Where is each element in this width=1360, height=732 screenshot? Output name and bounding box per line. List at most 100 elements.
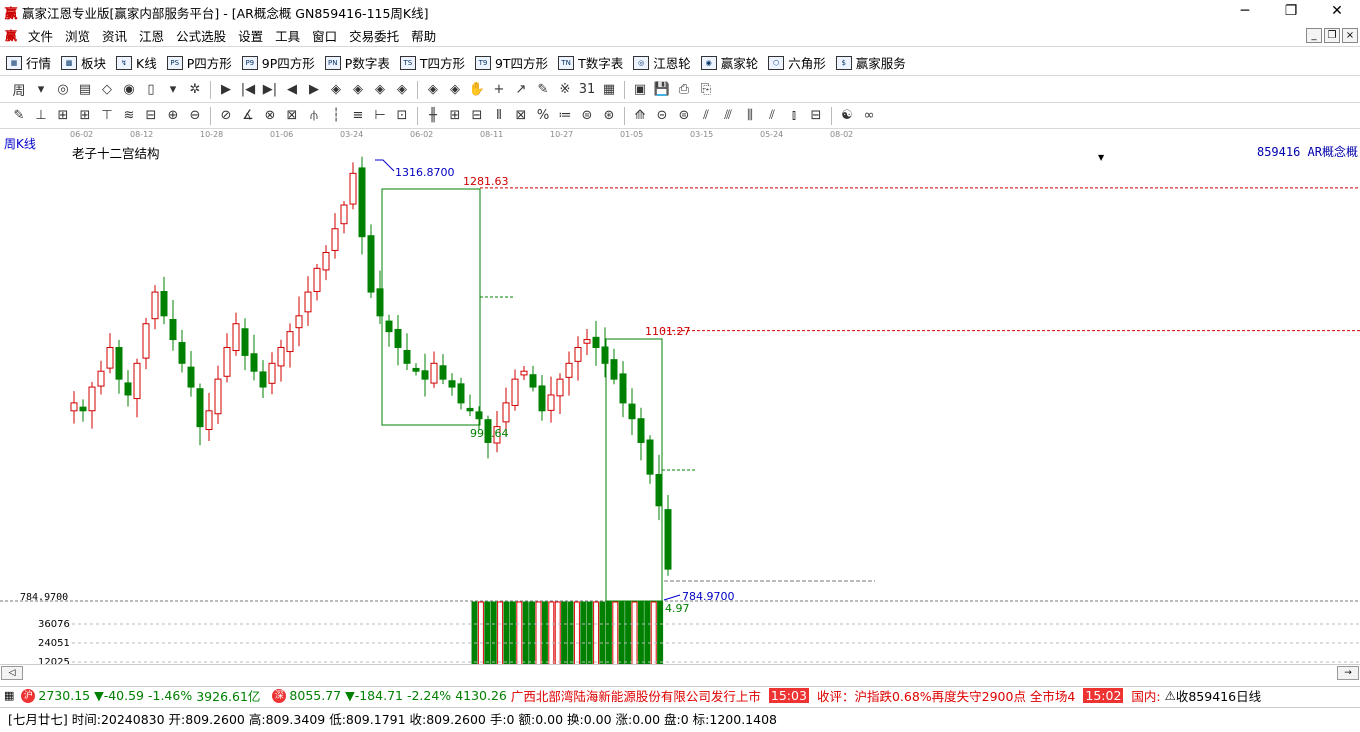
toolbar3-tool-icon[interactable]: ⫻ xyxy=(717,106,739,126)
toolbar-button-p9-square[interactable]: P9 9P四方形 xyxy=(241,53,315,72)
toolbar3-tool-icon[interactable]: ╫ xyxy=(422,106,444,126)
toolbar2-tool-icon[interactable]: ◎ xyxy=(52,80,74,100)
toolbar-button-winner-wheel[interactable]: ◉ 赢家轮 xyxy=(700,53,758,72)
toolbar3-tool-icon[interactable]: ⫽ xyxy=(761,106,783,126)
toolbar3-tool-icon[interactable]: ⊜ xyxy=(576,106,598,126)
toolbar2-tool-icon[interactable]: ▤ xyxy=(74,80,96,100)
toolbar2-tool-icon[interactable]: ▯ xyxy=(140,80,162,100)
toolbar3-tool-icon[interactable]: ⊢ xyxy=(369,106,391,126)
toolbar-button-hexagon[interactable]: ⬡ 六角形 xyxy=(768,53,826,72)
toolbar2-tool-icon[interactable]: 💾 xyxy=(651,80,673,100)
toolbar2-tool-icon[interactable]: ◈ xyxy=(391,80,413,100)
toolbar2-tool-icon[interactable]: ※ xyxy=(554,80,576,100)
toolbar2-tool-icon[interactable]: ◈ xyxy=(325,80,347,100)
toolbar2-tool-icon[interactable]: |◀ xyxy=(237,80,259,100)
toolbar3-tool-icon[interactable]: ⊞ xyxy=(444,106,466,126)
toolbar3-tool-icon[interactable]: % xyxy=(532,106,554,126)
toolbar3-tool-icon[interactable]: ⊘ xyxy=(215,106,237,126)
toolbar3-tool-icon[interactable]: ⊡ xyxy=(391,106,413,126)
mdi-close-button[interactable]: × xyxy=(1342,28,1358,43)
toolbar3-tool-icon[interactable]: ≡ xyxy=(347,106,369,126)
toolbar2-tool-icon[interactable]: ▣ xyxy=(629,80,651,100)
toolbar2-tool-icon[interactable]: + xyxy=(488,80,510,100)
toolbar-button-t9-square[interactable]: T9 9T四方形 xyxy=(474,53,548,72)
kline-chart[interactable]: 1316.87001281.63996.641101.27784.97004.9… xyxy=(0,155,1360,664)
toolbar2-tool-icon[interactable]: ✋ xyxy=(466,80,488,100)
menu-help[interactable]: 帮助 xyxy=(405,26,442,45)
toolbar3-tool-icon[interactable]: ≔ xyxy=(554,106,576,126)
toolbar2-tool-icon[interactable]: ✲ xyxy=(184,80,206,100)
toolbar3-tool-icon[interactable]: ⫾ xyxy=(783,106,805,126)
mdi-restore-button[interactable]: ❐ xyxy=(1324,28,1340,43)
toolbar3-tool-icon[interactable]: ✎ xyxy=(8,106,30,126)
toolbar3-tool-icon[interactable]: ⊜ xyxy=(673,106,695,126)
menu-formula[interactable]: 公式选股 xyxy=(170,26,232,45)
toolbar2-tool-icon[interactable]: ◈ xyxy=(444,80,466,100)
toolbar3-tool-icon[interactable]: ⊞ xyxy=(52,106,74,126)
toolbar3-tool-icon[interactable]: ⊝ xyxy=(651,106,673,126)
toolbar3-tool-icon[interactable]: ∞ xyxy=(858,106,880,126)
toolbar3-tool-icon[interactable]: ⊖ xyxy=(184,106,206,126)
toolbar2-tool-icon[interactable]: ▾ xyxy=(162,80,184,100)
toolbar3-tool-icon[interactable]: ⊤ xyxy=(96,106,118,126)
toolbar3-tool-icon[interactable]: ⊥ xyxy=(30,106,52,126)
toolbar2-tool-icon[interactable]: 31 xyxy=(576,80,598,100)
news-headline-3[interactable]: 国内: xyxy=(1131,687,1160,704)
toolbar3-tool-icon[interactable]: ⊟ xyxy=(140,106,162,126)
toolbar3-tool-icon[interactable]: ⫼ xyxy=(739,106,761,126)
news-headline-2[interactable]: 收评：沪指跌0.68%再度失守2900点 全市场4 xyxy=(817,687,1075,704)
toolbar-button-t-square[interactable]: TS T四方形 xyxy=(399,53,465,72)
toolbar2-tool-icon[interactable]: ▶ xyxy=(215,80,237,100)
toolbar-button-p-square[interactable]: PS P四方形 xyxy=(166,53,232,72)
toolbar-button-gann-wheel[interactable]: ◎ 江恩轮 xyxy=(633,53,691,72)
toolbar2-tool-icon[interactable]: ⎙ xyxy=(673,80,695,100)
toolbar2-tool-icon[interactable]: ◇ xyxy=(96,80,118,100)
toolbar3-tool-icon[interactable]: ⊛ xyxy=(598,106,620,126)
toolbar-button-grid[interactable]: ▦ 行情 xyxy=(6,53,51,72)
toolbar2-tool-icon[interactable]: ⎘ xyxy=(695,80,717,100)
toolbar3-tool-icon[interactable]: ⫛ xyxy=(303,106,325,126)
toolbar2-tool-icon[interactable]: ▦ xyxy=(598,80,620,100)
toolbar3-tool-icon[interactable]: ⫴ xyxy=(488,106,510,126)
minimize-button[interactable]: ─ xyxy=(1222,0,1268,22)
menu-browse[interactable]: 浏览 xyxy=(59,26,96,45)
news-headline-1[interactable]: 广西北部湾陆海新能源股份有限公司发行上市 xyxy=(511,687,761,704)
toolbar3-tool-icon[interactable]: ≋ xyxy=(118,106,140,126)
close-button[interactable]: ✕ xyxy=(1314,0,1360,22)
toolbar2-tool-icon[interactable]: ◈ xyxy=(369,80,391,100)
mdi-minimize-button[interactable]: _ xyxy=(1306,28,1322,43)
toolbar2-tool-icon[interactable]: ◀ xyxy=(281,80,303,100)
toolbar3-tool-icon[interactable]: ⊗ xyxy=(259,106,281,126)
toolbar2-tool-icon[interactable]: ✎ xyxy=(532,80,554,100)
maximize-button[interactable]: ❐ xyxy=(1268,0,1314,22)
toolbar3-tool-icon[interactable]: ⊠ xyxy=(510,106,532,126)
toolbar3-tool-icon[interactable]: ⊟ xyxy=(805,106,827,126)
toolbar-button-kline[interactable]: ↯ K线 xyxy=(116,53,157,72)
menu-window[interactable]: 窗口 xyxy=(306,26,343,45)
toolbar3-tool-icon[interactable]: ☯ xyxy=(836,106,858,126)
alert-icon[interactable]: ⚠ xyxy=(1165,688,1176,703)
toolbar2-tool-icon[interactable]: 周 xyxy=(8,80,30,100)
horizontal-scrollbar[interactable]: ◁ → xyxy=(0,664,1360,680)
toolbar2-tool-icon[interactable]: ↗ xyxy=(510,80,532,100)
toolbar-button-tn-table[interactable]: TN T数字表 xyxy=(558,53,623,72)
toolbar2-tool-icon[interactable]: ▶| xyxy=(259,80,281,100)
toolbar2-tool-icon[interactable]: ◈ xyxy=(347,80,369,100)
menu-gann[interactable]: 江恩 xyxy=(133,26,170,45)
toolbar-button-sector[interactable]: ▩ 板块 xyxy=(61,53,106,72)
toolbar2-tool-icon[interactable]: ▾ xyxy=(30,80,52,100)
menu-tools[interactable]: 工具 xyxy=(269,26,306,45)
toolbar-button-pn-table[interactable]: PN P数字表 xyxy=(324,53,390,72)
toolbar3-tool-icon[interactable]: ⟰ xyxy=(629,106,651,126)
menu-trade[interactable]: 交易委托 xyxy=(343,26,405,45)
toolbar3-tool-icon[interactable]: ⊟ xyxy=(466,106,488,126)
ticker-grid-icon[interactable]: ▦ xyxy=(4,689,14,702)
scroll-left-icon[interactable]: ◁ xyxy=(1,666,23,680)
toolbar2-tool-icon[interactable]: ◈ xyxy=(422,80,444,100)
toolbar2-tool-icon[interactable]: ▶ xyxy=(303,80,325,100)
menu-file[interactable]: 文件 xyxy=(22,26,59,45)
scroll-right-icon[interactable]: → xyxy=(1337,666,1359,680)
period-label[interactable]: 周K线 xyxy=(4,135,36,152)
menu-settings[interactable]: 设置 xyxy=(232,26,269,45)
toolbar-button-dollar[interactable]: $ 赢家服务 xyxy=(835,53,906,72)
